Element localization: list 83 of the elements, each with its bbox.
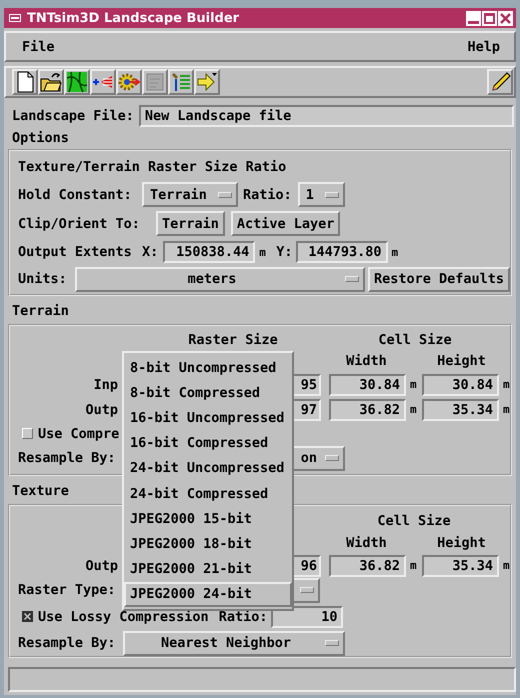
- dropdown-indicator-icon: [300, 587, 314, 593]
- section-title: Texture: [12, 482, 69, 501]
- unit-label: m: [409, 403, 418, 416]
- unit-label: m: [502, 403, 511, 416]
- menu-item[interactable]: Help: [463, 38, 504, 54]
- checkbox[interactable]: [22, 611, 33, 622]
- landscape-file-field[interactable]: New Landscape file: [138, 104, 514, 126]
- field-label: Hold Constant:: [18, 186, 133, 202]
- popup-menu-item[interactable]: JPEG2000 24-bit: [124, 582, 292, 607]
- cell-width-field[interactable]: 36.82: [329, 398, 406, 420]
- row-label: Inp: [92, 376, 118, 392]
- restore-defaults-button[interactable]: Restore Defaults: [368, 266, 510, 292]
- cell-width-field[interactable]: 36.82: [329, 554, 406, 576]
- terrain-map-icon: [66, 71, 88, 93]
- unit-label: m: [258, 246, 267, 258]
- section-title: Terrain: [12, 302, 69, 321]
- open-folder-icon: [40, 71, 62, 93]
- column-heading: Width: [345, 535, 388, 551]
- toolbar-button[interactable]: [90, 69, 116, 95]
- minimize-icon[interactable]: [466, 10, 481, 26]
- close-icon[interactable]: [498, 10, 513, 26]
- dropdown-indicator-icon: [325, 455, 339, 461]
- menu-item[interactable]: File: [18, 38, 59, 54]
- ratio-field[interactable]: 10: [271, 606, 344, 628]
- field-label: Units:: [18, 271, 68, 287]
- group-heading: Texture/Terrain Raster Size Ratio: [18, 158, 288, 177]
- window-menu-icon[interactable]: [9, 14, 21, 22]
- toolbar-button[interactable]: [487, 69, 513, 95]
- y-extent-field[interactable]: 144793.80: [296, 241, 388, 263]
- column-heading: Cell Size: [376, 513, 452, 529]
- dropdown-indicator-icon: [324, 192, 339, 198]
- column-heading: Height: [436, 535, 487, 551]
- checkbox-label: Use Compre: [38, 426, 120, 442]
- row-label: Outp: [84, 402, 118, 418]
- unit-label: m: [502, 378, 511, 391]
- checkbox[interactable]: [22, 428, 33, 439]
- dropdown-indicator-icon: [325, 640, 339, 646]
- unit-label: m: [409, 378, 418, 391]
- field-label: Y:: [276, 244, 293, 260]
- cell-height-field[interactable]: 35.34: [422, 398, 499, 420]
- option-menu[interactable]: meters: [75, 266, 365, 292]
- cell-width-field[interactable]: 30.84: [329, 374, 406, 396]
- row-label: Outp: [84, 558, 118, 574]
- toolbar-button[interactable]: [168, 69, 194, 95]
- section-title: Options: [12, 129, 69, 148]
- field-label: X:: [142, 244, 158, 260]
- unit-label: m: [409, 559, 418, 572]
- toolbar-button[interactable]: [116, 69, 142, 95]
- field-label: Clip/Orient To:: [18, 216, 141, 232]
- field-label: Landscape File:: [12, 108, 134, 124]
- option-menu[interactable]: 1: [298, 182, 345, 207]
- option-menu[interactable]: Terrain: [142, 182, 238, 207]
- field-label: Output Extents: [18, 244, 133, 260]
- checkbox-label: Use Lossy Compression: [38, 608, 209, 624]
- option-menu[interactable]: Nearest Neighbor: [123, 630, 345, 656]
- new-file-icon: [15, 71, 35, 93]
- column-heading: Raster Size: [187, 332, 279, 348]
- layer-settings-icon: [170, 71, 192, 93]
- window-title: TNTsim3D Landscape Builder: [27, 10, 240, 26]
- push-button[interactable]: Active Layer: [230, 211, 340, 236]
- toolbar-button[interactable]: [12, 69, 38, 95]
- field-label: Ratio:: [243, 186, 292, 202]
- maximize-icon[interactable]: [482, 10, 497, 26]
- column-heading: Height: [436, 353, 487, 369]
- x-extent-field[interactable]: 150838.44: [163, 241, 256, 263]
- push-button[interactable]: Terrain: [156, 211, 225, 236]
- arrow-icon: [196, 71, 218, 93]
- field-label: Resample By:: [18, 635, 117, 651]
- disabled-image-icon: [144, 71, 166, 93]
- field-label: Ratio:: [218, 608, 268, 624]
- toolbar-button[interactable]: [38, 69, 64, 95]
- cell-height-field[interactable]: 30.84: [422, 374, 499, 396]
- field-label: Resample By:: [18, 450, 117, 466]
- gear-arrow-icon: [118, 71, 140, 93]
- cell-height-field[interactable]: 35.34: [422, 554, 499, 576]
- column-heading: Cell Size: [377, 332, 453, 348]
- dropdown-indicator-icon: [345, 276, 359, 282]
- toolbar-button[interactable]: [64, 69, 90, 95]
- dropdown-indicator-icon: [218, 192, 232, 198]
- field-label: Raster Type:: [18, 582, 117, 598]
- column-heading: Width: [345, 353, 388, 369]
- unit-label: m: [502, 559, 511, 572]
- unit-label: m: [390, 246, 400, 258]
